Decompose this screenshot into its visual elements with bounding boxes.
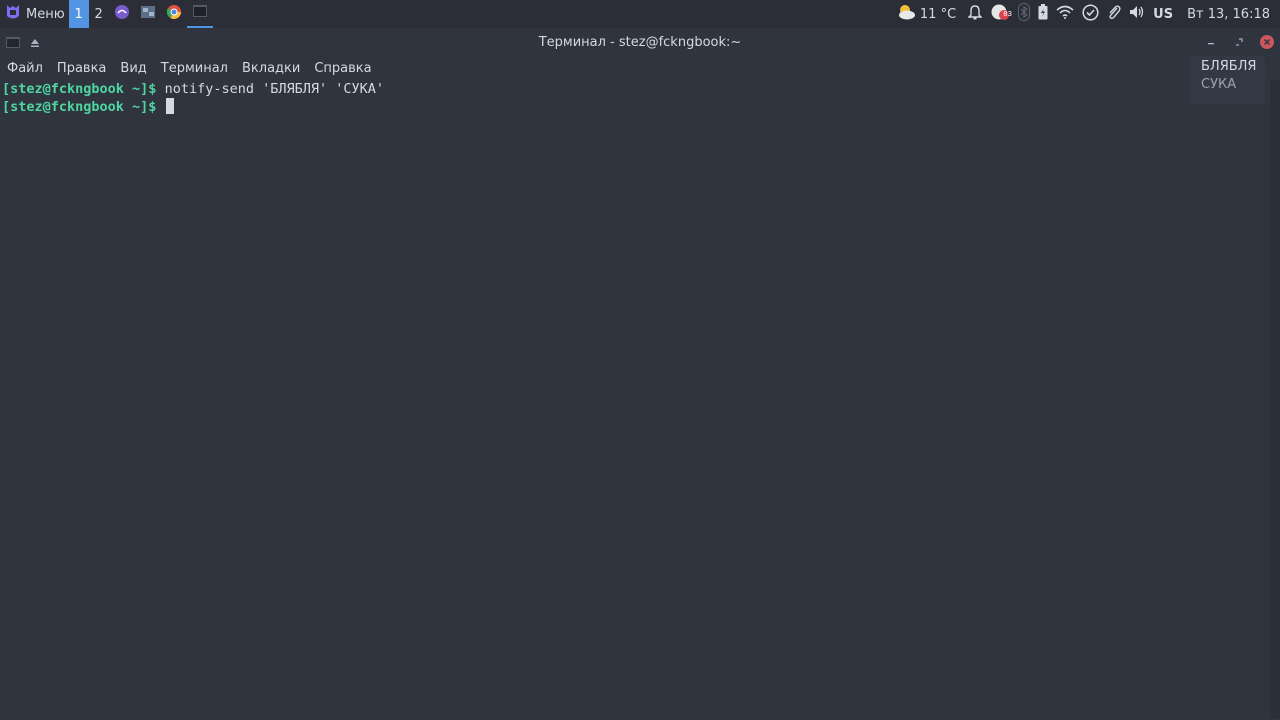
chrome-icon — [166, 4, 182, 24]
notification-body: СУКА — [1201, 77, 1237, 92]
notification-summary: БЛЯБЛЯ — [1201, 59, 1257, 74]
terminal-line: [stez@fckngbook ~]$ — [0, 98, 1270, 116]
shell-command — [156, 99, 164, 115]
menu-button[interactable]: Меню — [0, 0, 69, 28]
titlebar-left — [0, 33, 40, 52]
menu-help[interactable]: Справка — [307, 61, 378, 76]
window-controls — [1204, 35, 1280, 49]
workspace-2-button[interactable]: 2 — [89, 0, 109, 28]
distro-logo-icon — [6, 4, 20, 24]
shade-eject-icon[interactable] — [30, 33, 40, 52]
shell-command: notify-send 'БЛЯБЛЯ' 'СУКА' — [156, 81, 385, 97]
minimize-button[interactable] — [1204, 35, 1218, 49]
weather-sun-cloud-icon — [896, 3, 916, 25]
updates-badge: 83 — [1003, 10, 1013, 18]
notifications-tray[interactable] — [964, 0, 986, 28]
paperclip-icon — [1107, 4, 1121, 24]
shell-prompt: [stez@fckngbook ~]$ — [2, 81, 157, 97]
menu-terminal[interactable]: Терминал — [154, 61, 235, 76]
terminal-line: [stez@fckngbook ~]$ notify-send 'БЛЯБЛЯ'… — [0, 81, 1270, 98]
check-circle-icon — [1082, 3, 1099, 25]
clock[interactable]: Вт 13, 16:18 — [1177, 7, 1272, 22]
task-terminal[interactable] — [186, 0, 213, 28]
menu-label: Меню — [26, 6, 65, 22]
menu-edit[interactable]: Правка — [50, 61, 113, 76]
close-button[interactable] — [1260, 35, 1274, 49]
keyboard-layout-indicator[interactable]: US — [1149, 0, 1177, 28]
menu-view[interactable]: Вид — [113, 61, 153, 76]
window-menubar: Файл Правка Вид Терминал Вкладки Справка — [0, 56, 1280, 80]
maximize-button[interactable] — [1232, 35, 1246, 49]
workspace-1-button[interactable]: 1 — [68, 0, 89, 28]
panel-tray: 11 °C 83 US Вт 13, 16:18 — [892, 0, 1280, 28]
notification-popup[interactable]: БЛЯБЛЯ СУКА — [1190, 56, 1265, 104]
weather-widget[interactable]: 11 °C — [892, 0, 964, 28]
weather-temperature: 11 °C — [919, 6, 957, 22]
bell-icon — [967, 4, 983, 24]
battery-charging-icon — [1038, 4, 1048, 24]
top-panel: Меню 1 2 11 °C 83 US Вт 13, 16:18 — [0, 0, 1280, 28]
bluetooth-tray[interactable] — [1014, 0, 1034, 28]
attachment-tray[interactable] — [1103, 0, 1125, 28]
panel-left: Меню 1 2 — [0, 0, 213, 28]
menu-file[interactable]: Файл — [0, 61, 50, 76]
wifi-icon — [1056, 5, 1074, 23]
menu-tabs[interactable]: Вкладки — [235, 61, 307, 76]
speaker-icon — [1129, 5, 1145, 23]
file-manager-icon — [140, 4, 156, 24]
task-chrome[interactable] — [161, 0, 187, 28]
task-file-manager[interactable] — [135, 0, 161, 28]
viber-icon — [114, 4, 130, 24]
text-cursor — [165, 98, 174, 114]
tasks-check-tray[interactable] — [1078, 0, 1103, 28]
wifi-tray[interactable] — [1052, 0, 1078, 28]
task-viber[interactable] — [109, 0, 135, 28]
volume-tray[interactable] — [1125, 0, 1149, 28]
terminal-scrollbar[interactable] — [1270, 80, 1280, 719]
updates-tray[interactable]: 83 — [986, 0, 1014, 28]
terminal-icon — [192, 4, 208, 22]
shell-prompt: [stez@fckngbook ~]$ — [2, 99, 157, 115]
battery-tray[interactable] — [1034, 0, 1052, 28]
bluetooth-icon — [1018, 3, 1031, 25]
window-titlebar[interactable]: Терминал - stez@fckngbook:~ — [0, 28, 1280, 56]
window-menu-icon[interactable] — [6, 33, 20, 52]
terminal-area[interactable]: [stez@fckngbook ~]$ notify-send 'БЛЯБЛЯ'… — [0, 80, 1270, 720]
window-title: Терминал - stez@fckngbook:~ — [538, 34, 742, 50]
